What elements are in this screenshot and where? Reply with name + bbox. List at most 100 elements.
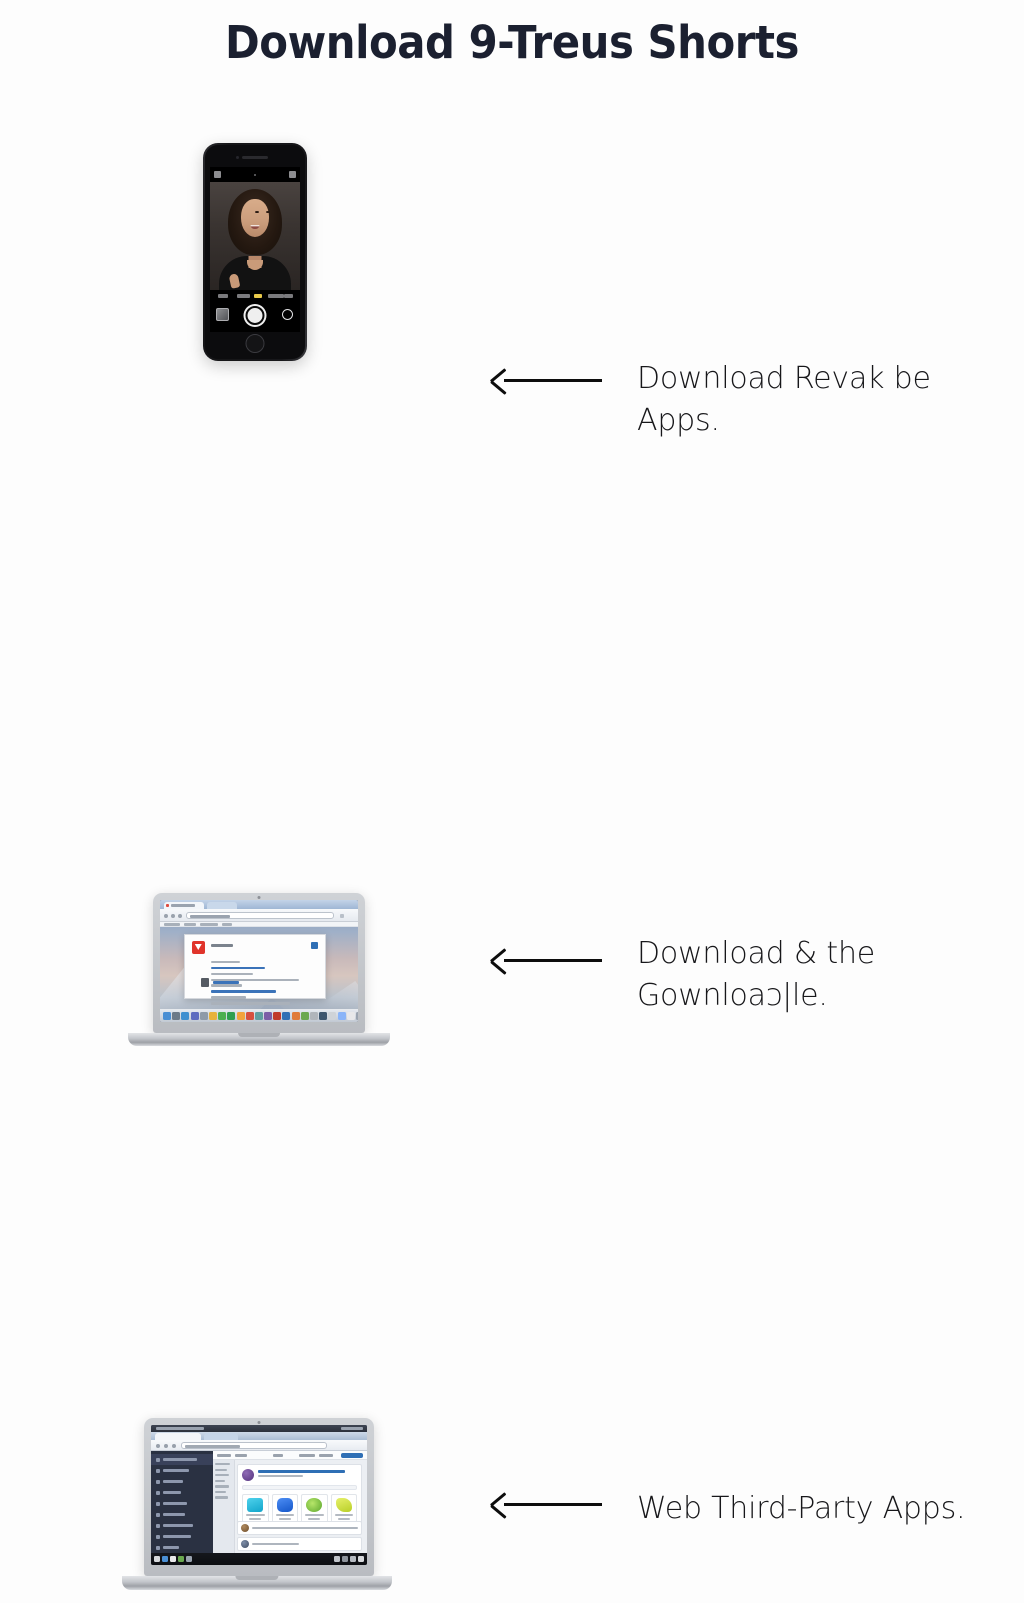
post-title-link[interactable]	[258, 1470, 346, 1473]
flip-camera-icon[interactable]	[282, 309, 293, 320]
secondary-nav-item[interactable]	[215, 1485, 230, 1488]
dialog-text-line-link[interactable]	[210, 990, 276, 993]
secondary-nav-item[interactable]	[215, 1468, 227, 1471]
dock-icon[interactable]	[163, 1012, 171, 1020]
app-top-toolbar[interactable]	[213, 1451, 367, 1460]
system-tray-icons[interactable]	[341, 1427, 363, 1430]
help-icon	[156, 1545, 160, 1550]
back-icon[interactable]	[156, 1443, 160, 1448]
comment-row[interactable]	[237, 1537, 362, 1551]
comment-list	[237, 1519, 362, 1551]
camera-mode-item-active[interactable]	[254, 294, 262, 298]
taskbar-icon[interactable]	[154, 1556, 160, 1562]
dock-icon[interactable]	[254, 1012, 263, 1020]
live-photo-icon[interactable]	[254, 174, 256, 176]
sidebar-item-archive[interactable]	[151, 1498, 213, 1509]
dock-icon[interactable]	[319, 1012, 328, 1020]
taskbar-icon[interactable]	[162, 1556, 168, 1562]
secondary-nav-item[interactable]	[215, 1490, 227, 1494]
sidebar-item-dashboard[interactable]	[151, 1454, 213, 1465]
dock-icon[interactable]	[337, 1012, 346, 1020]
tray-icon[interactable]	[358, 1556, 364, 1562]
sidebar-item-media[interactable]	[151, 1487, 213, 1498]
shutter-button[interactable]	[245, 306, 265, 325]
dock-icon[interactable]	[264, 1012, 273, 1020]
sidebar-item-label	[163, 1480, 183, 1483]
camera-viewfinder-preview	[210, 182, 300, 290]
app-sidebar[interactable]	[151, 1451, 213, 1553]
sidebar-item-help[interactable]	[151, 1542, 213, 1553]
toolbar-item[interactable]	[235, 1454, 247, 1457]
address-bar-2[interactable]	[181, 1442, 327, 1449]
dock-icon[interactable]	[300, 1012, 309, 1020]
dock-icon[interactable]	[218, 1012, 227, 1020]
camera-mode-item[interactable]	[284, 294, 293, 298]
toolbar-item[interactable]	[299, 1454, 315, 1457]
smartphone-device	[203, 143, 307, 361]
dock-icon[interactable]	[208, 1012, 217, 1020]
toolbar-item[interactable]	[273, 1454, 283, 1457]
tray-icon[interactable]	[350, 1556, 356, 1562]
camera-mode-item[interactable]	[237, 294, 250, 298]
dock-icon[interactable]	[282, 1012, 291, 1020]
secondary-nav-column[interactable]	[213, 1460, 235, 1553]
sidebar-item-category[interactable]	[151, 1465, 213, 1476]
secondary-nav-item[interactable]	[215, 1463, 231, 1466]
browser-tab-inactive[interactable]	[204, 1433, 238, 1440]
dock-icon[interactable]	[190, 1012, 199, 1020]
dock-icon[interactable]	[245, 1012, 254, 1020]
dock-icon[interactable]	[181, 1012, 190, 1020]
dialog-action-button[interactable]	[311, 941, 319, 949]
dock-icon[interactable]	[328, 1012, 337, 1020]
home-button[interactable]	[245, 334, 265, 353]
dock-icon[interactable]	[236, 1012, 245, 1020]
dock-icon[interactable]	[172, 1012, 181, 1020]
camera-mode-item[interactable]	[268, 294, 284, 298]
tray-icon[interactable]	[334, 1556, 340, 1562]
camera-mode-selector[interactable]	[210, 290, 300, 302]
dock-icon[interactable]	[355, 1012, 358, 1020]
comment-row[interactable]	[237, 1521, 362, 1535]
dock-icon[interactable]	[227, 1012, 236, 1020]
toolbar-item[interactable]	[319, 1454, 333, 1457]
browser-tab-bar-2[interactable]	[151, 1432, 367, 1440]
download-link[interactable]	[212, 981, 239, 985]
camera-top-bar	[210, 167, 300, 182]
forward-icon[interactable]	[164, 1443, 168, 1448]
dock-icon[interactable]	[273, 1012, 282, 1020]
dock-icon[interactable]	[291, 1012, 300, 1020]
last-photo-thumbnail-icon[interactable]	[216, 308, 229, 321]
taskbar-icon[interactable]	[186, 1556, 192, 1562]
sidebar-item-files[interactable]	[151, 1476, 213, 1487]
callout-text-1: Download Revak be Apps.	[637, 358, 1007, 442]
toolbar-item[interactable]	[217, 1454, 231, 1457]
infographic-page: Download 9-Treus Shorts Download Revak b…	[0, 0, 1024, 1590]
dock-icon[interactable]	[199, 1012, 208, 1020]
camera-mode-item[interactable]	[218, 294, 228, 298]
secondary-nav-item[interactable]	[215, 1496, 228, 1499]
sidebar-item-search[interactable]	[151, 1509, 213, 1520]
tile-caption-line	[305, 1514, 324, 1516]
callout-3-line-1: Web Third-Party Apps.	[637, 1491, 966, 1526]
browser-tab-active[interactable]	[155, 1433, 201, 1440]
primary-action-button[interactable]	[341, 1453, 363, 1458]
sidebar-item-label	[163, 1546, 179, 1549]
taskbar-icon[interactable]	[178, 1556, 184, 1562]
taskbar-icon[interactable]	[170, 1556, 176, 1562]
secondary-nav-item[interactable]	[215, 1474, 229, 1477]
tray-icon[interactable]	[342, 1556, 348, 1562]
dialog-text-line-link[interactable]	[210, 966, 266, 969]
hdr-icon[interactable]	[289, 171, 296, 178]
macos-dock[interactable]	[160, 1009, 358, 1022]
dock-icon[interactable]	[310, 1012, 318, 1020]
media-icon	[156, 1490, 160, 1495]
laptop-bezel-2	[151, 1425, 367, 1565]
sidebar-item-settings[interactable]	[151, 1520, 213, 1531]
flash-icon[interactable]	[214, 171, 221, 178]
sidebar-item-label	[163, 1513, 185, 1516]
sidebar-item-account[interactable]	[151, 1531, 213, 1542]
taskbar[interactable]	[151, 1553, 367, 1565]
secondary-nav-item[interactable]	[215, 1479, 226, 1482]
reload-icon[interactable]	[172, 1443, 176, 1448]
dock-icon[interactable]	[346, 1012, 355, 1020]
